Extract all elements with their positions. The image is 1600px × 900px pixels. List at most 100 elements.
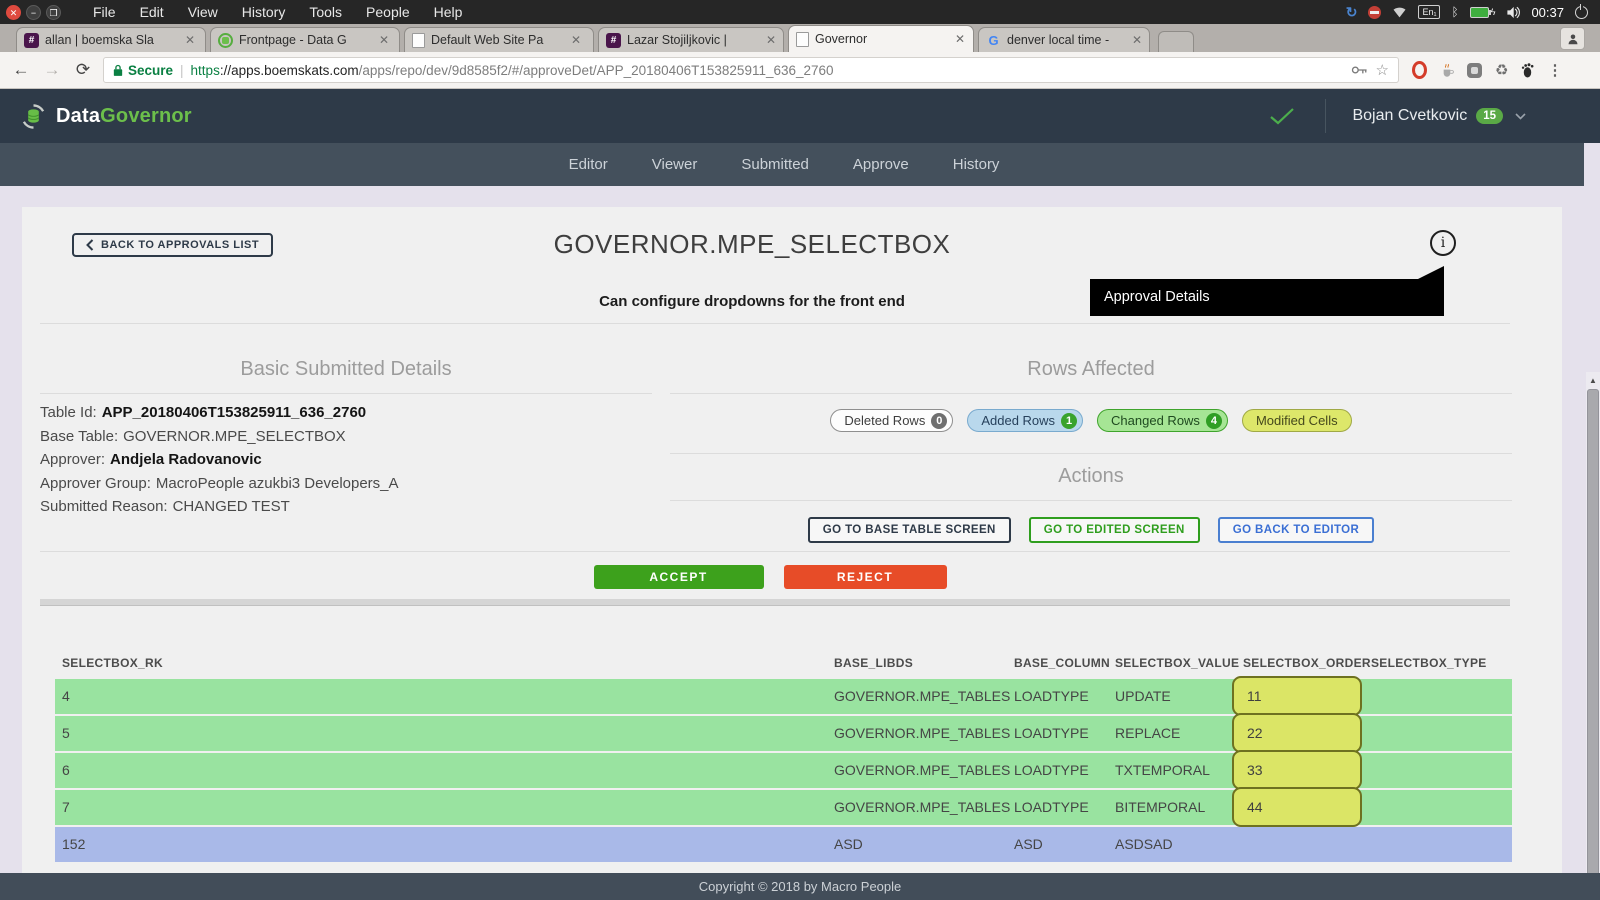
notification-badge[interactable]: 15 (1476, 108, 1503, 124)
menu-item-history[interactable]: History (232, 2, 296, 22)
wifi-icon[interactable] (1392, 4, 1407, 20)
user-menu-chevron-icon[interactable] (1515, 113, 1526, 120)
tab-close-icon[interactable]: ✕ (379, 33, 389, 47)
back-icon[interactable]: ← (10, 60, 32, 80)
browser-tab-lazar[interactable]: # Lazar Stojiljkovic | ✕ (598, 27, 784, 52)
menu-item-help[interactable]: Help (424, 2, 473, 22)
modified-cells-badge[interactable]: Modified Cells (1242, 409, 1352, 432)
user-name[interactable]: Bojan Cvetkovic (1352, 107, 1467, 125)
table-row-changed: 5 GOVERNOR.MPE_TABLES LOADTYPE REPLACE 2… (55, 716, 1512, 751)
window-close-button[interactable]: ✕ (6, 5, 21, 20)
table-row-changed: 4 GOVERNOR.MPE_TABLES LOADTYPE UPDATE 11 (55, 679, 1512, 714)
changed-rows-badge[interactable]: Changed Rows4 (1097, 409, 1228, 432)
window-minimize-button[interactable]: − (26, 5, 41, 20)
modified-cell-selectbox-order: 33 (1232, 750, 1362, 790)
actions-heading: Actions (670, 465, 1512, 488)
tab-title: Default Web Site Pa (431, 33, 563, 47)
table-row-changed: 7 GOVERNOR.MPE_TABLES LOADTYPE BITEMPORA… (55, 790, 1512, 825)
added-rows-badge[interactable]: Added Rows1 (967, 409, 1083, 432)
gnome-foot-icon[interactable] (1521, 63, 1534, 78)
key-icon[interactable] (1351, 65, 1368, 75)
column-header: SELECTBOX_TYPE (1371, 656, 1487, 670)
menu-item-tools[interactable]: Tools (299, 2, 352, 22)
decision-buttons: ACCEPT REJECT (0, 565, 1540, 589)
modified-cell-selectbox-order: 11 (1232, 676, 1362, 716)
bookmark-star-icon[interactable]: ☆ (1376, 61, 1389, 79)
table-description: Can configure dropdowns for the front en… (22, 293, 1482, 310)
field-base-table: Base Table:GOVERNOR.MPE_SELECTBOX (40, 425, 652, 449)
go-to-base-table-button[interactable]: GO TO BASE TABLE SCREEN (808, 517, 1011, 543)
tab-close-icon[interactable]: ✕ (571, 33, 581, 47)
volume-icon[interactable] (1506, 4, 1520, 20)
app-header: DataGovernor Bojan Cvetkovic 15 (0, 89, 1600, 143)
nav-item-approve[interactable]: Approve (853, 156, 909, 173)
tab-close-icon[interactable]: ✕ (955, 32, 965, 46)
info-icon[interactable]: i (1430, 230, 1456, 256)
bluetooth-icon[interactable]: ᛒ (1451, 4, 1458, 20)
browser-tab-frontpage[interactable]: Frontpage - Data G ✕ (210, 27, 400, 52)
menu-item-view[interactable]: View (178, 2, 228, 22)
page-icon (796, 32, 809, 47)
go-to-edited-screen-button[interactable]: GO TO EDITED SCREEN (1029, 517, 1200, 543)
copyright-text: Copyright © 2018 by Macro People (699, 879, 902, 894)
tab-title: Lazar Stojiljkovic | (627, 33, 758, 47)
opera-extension-icon[interactable] (1412, 61, 1427, 79)
count-badge: 1 (1061, 413, 1077, 429)
cell-base-libds: GOVERNOR.MPE_TABLES (834, 679, 1010, 714)
new-tab-button[interactable] (1158, 31, 1194, 52)
deleted-rows-badge[interactable]: Deleted Rows0 (830, 409, 953, 432)
accept-button[interactable]: ACCEPT (594, 565, 764, 589)
tab-close-icon[interactable]: ✕ (185, 33, 195, 47)
browser-menu-icon[interactable]: ⋮ (1547, 61, 1562, 79)
forward-icon[interactable]: → (41, 60, 63, 80)
do-not-disturb-icon[interactable] (1368, 6, 1381, 19)
field-approver-group: Approver Group:MacroPeople azukbi3 Devel… (40, 472, 652, 496)
keyboard-layout-indicator[interactable]: En₁ (1418, 5, 1440, 19)
reload-icon[interactable]: ⟳ (72, 60, 94, 80)
cell-selectbox-value: UPDATE (1115, 679, 1171, 714)
power-icon[interactable] (1575, 6, 1588, 19)
cell-base-column: ASD (1014, 827, 1043, 862)
address-bar[interactable]: Secure | https://apps.boemskats.com/apps… (103, 57, 1399, 83)
tab-close-icon[interactable]: ✕ (766, 33, 776, 47)
nav-item-editor[interactable]: Editor (569, 156, 608, 173)
divider (40, 323, 1510, 324)
status-check-icon (1269, 107, 1295, 125)
scrollbar-thumb[interactable] (1587, 389, 1599, 900)
battery-icon[interactable]: ϟ (1470, 4, 1496, 20)
gray-extension-icon[interactable] (1467, 63, 1482, 78)
browser-tab-governor-active[interactable]: Governor ✕ (788, 25, 974, 52)
cell-selectbox-rk: 6 (62, 753, 70, 788)
menu-item-file[interactable]: File (83, 2, 126, 22)
tab-title: Governor (815, 32, 947, 46)
browser-tab-default-site[interactable]: Default Web Site Pa ✕ (404, 27, 594, 52)
page-scrollbar[interactable]: ▲ ▼ (1586, 372, 1600, 900)
clock[interactable]: 00:37 (1531, 5, 1564, 20)
section-divider (40, 599, 1510, 606)
secure-indicator[interactable]: Secure (113, 63, 173, 78)
google-icon: G (986, 33, 1001, 48)
browser-tab-denver[interactable]: G denver local time - ✕ (978, 27, 1150, 52)
nav-item-viewer[interactable]: Viewer (652, 156, 698, 173)
app-logo[interactable]: DataGovernor (20, 89, 192, 143)
browser-profile-button[interactable] (1560, 27, 1585, 50)
nav-item-history[interactable]: History (953, 156, 1000, 173)
window-controls: ✕ − ❒ (0, 5, 69, 20)
menu-item-edit[interactable]: Edit (130, 2, 174, 22)
browser-tab-allan[interactable]: # allan | boemska Sla ✕ (16, 27, 206, 52)
nav-item-submitted[interactable]: Submitted (741, 156, 809, 173)
modified-cell-selectbox-order: 44 (1232, 787, 1362, 827)
sync-icon[interactable]: ↻ (1346, 4, 1358, 20)
menu-item-people[interactable]: People (356, 2, 420, 22)
tab-title: allan | boemska Sla (45, 33, 177, 47)
java-extension-icon[interactable] (1440, 63, 1454, 78)
cell-selectbox-value: BITEMPORAL (1115, 790, 1205, 825)
reject-button[interactable]: REJECT (784, 565, 947, 589)
window-maximize-button[interactable]: ❒ (46, 5, 61, 20)
tab-close-icon[interactable]: ✕ (1132, 33, 1142, 47)
rows-affected-panel: Rows Affected Deleted Rows0 Added Rows1 … (670, 342, 1512, 543)
scroll-up-icon[interactable]: ▲ (1586, 374, 1600, 388)
go-back-to-editor-button[interactable]: GO BACK TO EDITOR (1218, 517, 1375, 543)
recycle-extension-icon[interactable]: ♻ (1495, 61, 1508, 79)
header-divider (1325, 99, 1326, 133)
